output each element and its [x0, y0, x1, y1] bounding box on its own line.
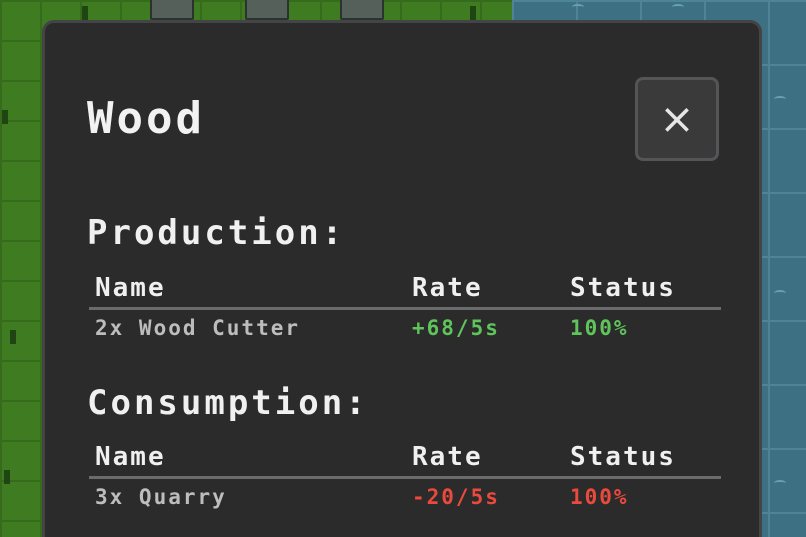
- production-table-header: Name Rate Status: [89, 269, 721, 310]
- resource-info-panel: Wood × Production: Name Rate Status 2x W…: [42, 20, 762, 537]
- grass-tuft: [4, 470, 10, 484]
- row-rate: +68/5s: [412, 316, 500, 340]
- water-wave: [672, 4, 684, 10]
- grass-tuft: [470, 6, 476, 20]
- game-scene: Wood × Production: Name Rate Status 2x W…: [0, 0, 806, 537]
- production-table: Name Rate Status 2x Wood Cutter +68/5s 1…: [89, 269, 721, 348]
- rock: [340, 0, 384, 20]
- consumption-table-header: Name Rate Status: [89, 438, 721, 479]
- row-name: 3x Quarry: [95, 485, 227, 509]
- rock: [150, 0, 194, 20]
- water-wave: [774, 290, 786, 296]
- column-header-name: Name: [95, 442, 166, 472]
- column-header-rate: Rate: [412, 273, 483, 303]
- close-icon: ×: [659, 94, 695, 143]
- column-header-name: Name: [95, 273, 166, 303]
- column-header-rate: Rate: [412, 442, 483, 472]
- consumption-heading: Consumption:: [87, 383, 369, 423]
- water-wave: [774, 480, 786, 486]
- water-wave: [572, 4, 584, 10]
- production-heading: Production:: [87, 213, 346, 253]
- grass-tuft: [82, 6, 88, 20]
- row-rate: -20/5s: [412, 485, 500, 509]
- consumption-table: Name Rate Status 3x Quarry -20/5s 100%: [89, 438, 721, 517]
- rock: [245, 0, 289, 20]
- grass-tuft: [10, 330, 16, 344]
- water-wave: [774, 96, 786, 102]
- row-name: 2x Wood Cutter: [95, 316, 301, 340]
- table-row: 3x Quarry -20/5s 100%: [89, 479, 721, 517]
- column-header-status: Status: [570, 442, 676, 472]
- column-header-status: Status: [570, 273, 676, 303]
- close-button[interactable]: ×: [635, 77, 719, 161]
- row-status: 100%: [570, 485, 629, 509]
- row-status: 100%: [570, 316, 629, 340]
- table-row: 2x Wood Cutter +68/5s 100%: [89, 310, 721, 348]
- panel-title: Wood: [87, 93, 205, 144]
- grass-tuft: [2, 110, 8, 124]
